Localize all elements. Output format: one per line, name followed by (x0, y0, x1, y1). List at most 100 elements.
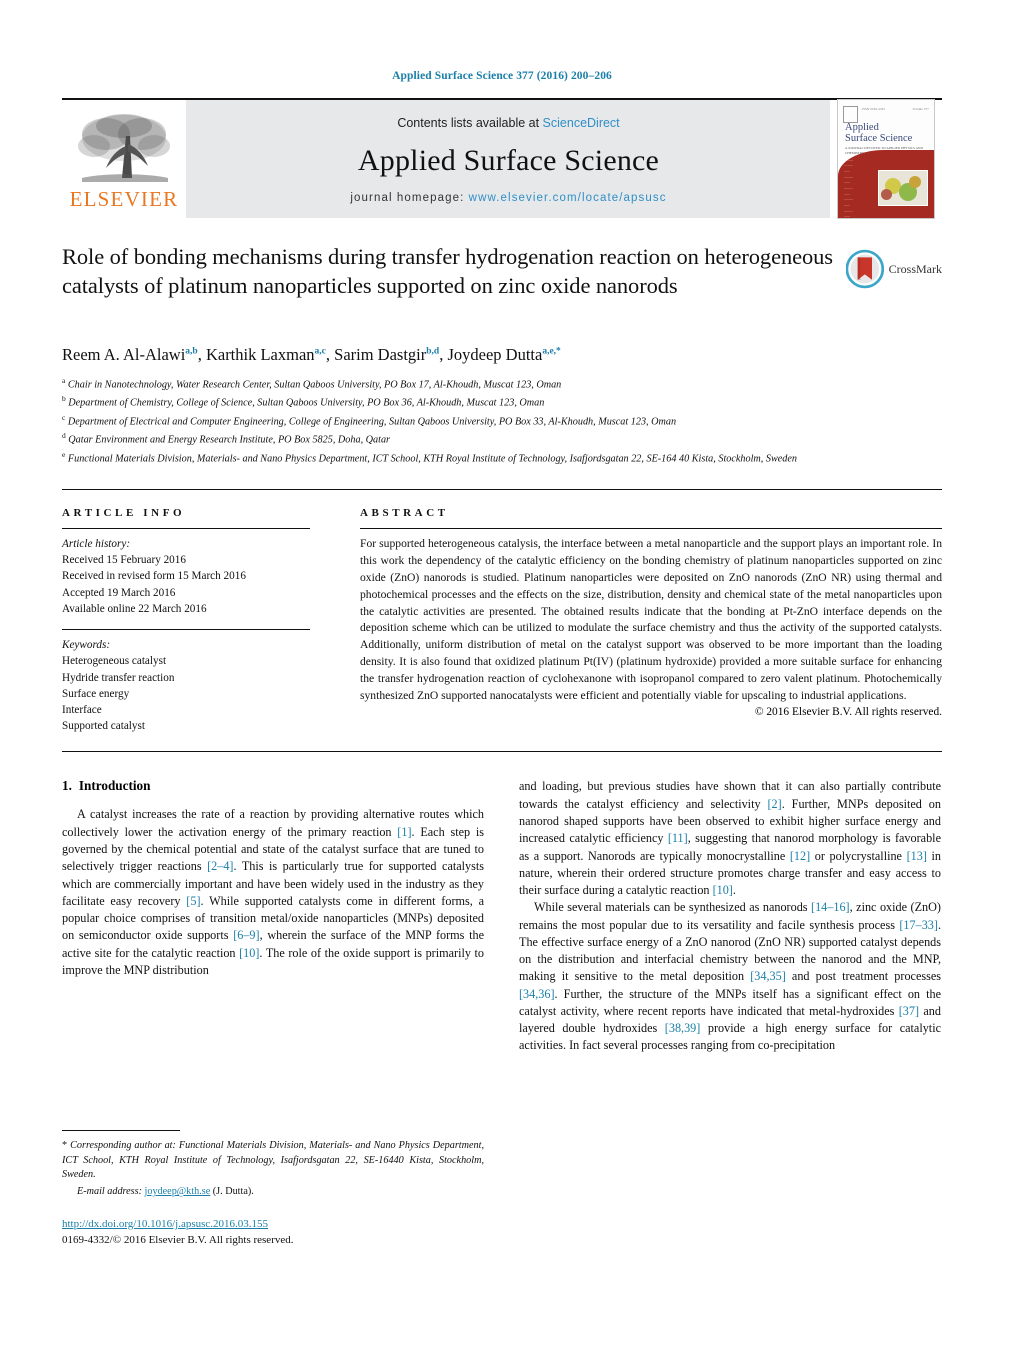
affiliation-mark: a (62, 376, 66, 385)
journal-masthead: ELSEVIER Contents lists available at Sci… (62, 98, 942, 219)
author-name: Joydeep Dutta (447, 345, 543, 364)
abstract-rule (360, 527, 942, 529)
citation-reference[interactable]: [13] (907, 849, 927, 863)
affiliation-mark: d (62, 431, 66, 441)
author-affil-marks: a,c (314, 346, 326, 357)
body-column-right: and loading, but previous studies have s… (519, 778, 941, 1248)
info-abstract-region: ARTICLE INFO Article history: Received 1… (62, 490, 942, 735)
crossmark-badge[interactable]: CrossMark (846, 246, 942, 292)
keyword-item: Supported catalyst (62, 720, 145, 733)
doi-block: http://dx.doi.org/10.1016/j.apsusc.2016.… (62, 1217, 484, 1249)
author-separator: , (197, 345, 206, 364)
citation-reference[interactable]: [1] (397, 825, 411, 839)
citation-reference[interactable]: [34,36] (519, 987, 555, 1001)
affiliation-text: Department of Electrical and Computer En… (67, 416, 677, 428)
citation-reference[interactable]: [38,39] (665, 1021, 701, 1035)
email-owner: (J. Dutta). (212, 1186, 254, 1198)
cover-bottom-area: ——————————————————————————————— (838, 149, 934, 219)
citation-reference[interactable]: [2] (767, 797, 781, 811)
citation-reference[interactable]: [10] (713, 883, 733, 897)
citation-reference[interactable]: [10] (239, 946, 259, 960)
email-link[interactable]: joydeep@kth.se (145, 1186, 211, 1197)
author-name: Reem A. Al-Alawi (62, 345, 186, 364)
affiliation-list: a Chair in Nanotechnology, Water Researc… (62, 375, 942, 467)
affiliation-item: c Department of Electrical and Computer … (62, 412, 942, 430)
cover-corner-right: Volume 377 (912, 107, 929, 111)
page-title: Role of bonding mechanisms during transf… (62, 244, 833, 299)
body-column-left: 1. Introduction A catalyst increases the … (62, 778, 484, 1248)
cover-toc-lines: ——————————————————————————————— (844, 157, 853, 219)
doi-link[interactable]: http://dx.doi.org/10.1016/j.apsusc.2016.… (62, 1218, 268, 1230)
abstract-column: ABSTRACT For supported heterogeneous cat… (334, 507, 942, 735)
author-affil-marks: b,d (426, 346, 440, 357)
citation-reference[interactable]: [14–16] (811, 900, 850, 914)
crossmark-icon (846, 249, 884, 289)
cover-title-line2: Surface Science (845, 133, 913, 145)
cover-title-line1: Applied (845, 122, 879, 133)
author-item: Joydeep Duttaa,e,* (447, 345, 560, 364)
citation-reference[interactable]: [12] (790, 849, 810, 863)
corresponding-author-star: * (556, 346, 561, 357)
history-item: Received 15 February 2016 (62, 554, 186, 567)
keyword-item: Heterogeneous catalyst (62, 655, 167, 668)
article-info-heading: ARTICLE INFO (62, 506, 186, 519)
author-marks-text: a,e, (542, 346, 557, 357)
footnote-block: * Corresponding author at: Functional Ma… (62, 1130, 484, 1248)
cover-elsevier-mark-icon (843, 106, 858, 123)
info-bottom-rule (62, 751, 942, 753)
affiliation-item: b Department of Chemistry, College of Sc… (62, 393, 942, 411)
article-info-column: ARTICLE INFO Article history: Received 1… (62, 507, 334, 735)
affiliation-mark: c (62, 412, 66, 422)
journal-homepage-link[interactable]: www.elsevier.com/locate/apsusc (469, 192, 667, 204)
citation-reference[interactable]: [6–9] (233, 928, 259, 942)
affiliation-item: d Qatar Environment and Energy Research … (62, 430, 942, 448)
citation-reference[interactable]: [11] (668, 831, 688, 845)
citation-reference[interactable]: [34,35] (750, 969, 786, 983)
masthead-center: Contents lists available at ScienceDirec… (186, 100, 830, 218)
author-affil-marks: a,e,* (542, 347, 560, 357)
abstract-copyright: © 2016 Elsevier B.V. All rights reserved… (754, 706, 942, 719)
cover-journal-title: Applied Surface Science (845, 122, 912, 144)
title-block: Role of bonding mechanisms during transf… (62, 242, 942, 328)
cover-artwork-image (878, 169, 928, 206)
masthead-right: ISSN 0169-4332 Volume 377 Applied Surfac… (830, 99, 942, 219)
keyword-item: Hydride transfer reaction (62, 671, 175, 684)
keywords-rule (62, 629, 310, 631)
keywords-spacer (62, 617, 310, 629)
author-affil-marks: a,b (185, 346, 198, 357)
author-separator: , (325, 345, 335, 364)
article-history-label: Article history: (62, 537, 131, 550)
history-item: Accepted 19 March 2016 (62, 586, 176, 599)
cover-top-area: ISSN 0169-4332 Volume 377 Applied Surfac… (838, 100, 934, 155)
citation-reference[interactable]: [5] (186, 894, 200, 908)
keyword-item: Interface (62, 703, 102, 716)
keywords-label: Keywords: (62, 639, 111, 652)
affiliation-text: Qatar Environment and Energy Research In… (68, 434, 390, 446)
section-heading-introduction: 1. Introduction (62, 778, 484, 794)
abstract-text: For supported heterogeneous catalysis, t… (360, 536, 942, 703)
intro-paragraph-right-1: and loading, but previous studies have s… (519, 779, 941, 898)
journal-title: Applied Surface Science (357, 144, 660, 177)
body-columns: 1. Introduction A catalyst increases the … (62, 778, 942, 1248)
affiliation-text: Chair in Nanotechnology, Water Research … (67, 379, 562, 391)
cover-corner-left: ISSN 0169-4332 (862, 107, 886, 111)
intro-paragraph-left: A catalyst increases the rate of a react… (62, 807, 485, 977)
affiliation-text: Functional Materials Division, Materials… (67, 452, 798, 464)
citation-reference[interactable]: [2–4] (207, 859, 233, 873)
citation-reference[interactable]: [17–33] (899, 918, 938, 932)
keyword-item: Surface energy (62, 687, 130, 700)
abstract-heading: ABSTRACT (360, 506, 449, 519)
journal-homepage-line: journal homepage: www.elsevier.com/locat… (350, 192, 666, 204)
citation-reference[interactable]: [37] (899, 1004, 919, 1018)
elsevier-logo: ELSEVIER (62, 100, 186, 218)
author-item: Reem A. Al-Alawia,b (62, 345, 198, 364)
author-item: Karthik Laxmana,c (206, 345, 326, 364)
section-number: 1. (62, 778, 72, 794)
footnote-rule (62, 1130, 180, 1132)
author-name: Sarim Dastgir (334, 345, 427, 364)
page-content: Applied Surface Science 377 (2016) 200–2… (62, 0, 942, 1248)
corresponding-author-note: * Corresponding author at: Functional Ma… (62, 1139, 484, 1182)
affiliation-item: e Functional Materials Division, Materia… (62, 449, 942, 467)
running-head: Applied Surface Science 377 (2016) 200–2… (392, 70, 612, 82)
sciencedirect-link[interactable]: ScienceDirect (543, 116, 620, 130)
